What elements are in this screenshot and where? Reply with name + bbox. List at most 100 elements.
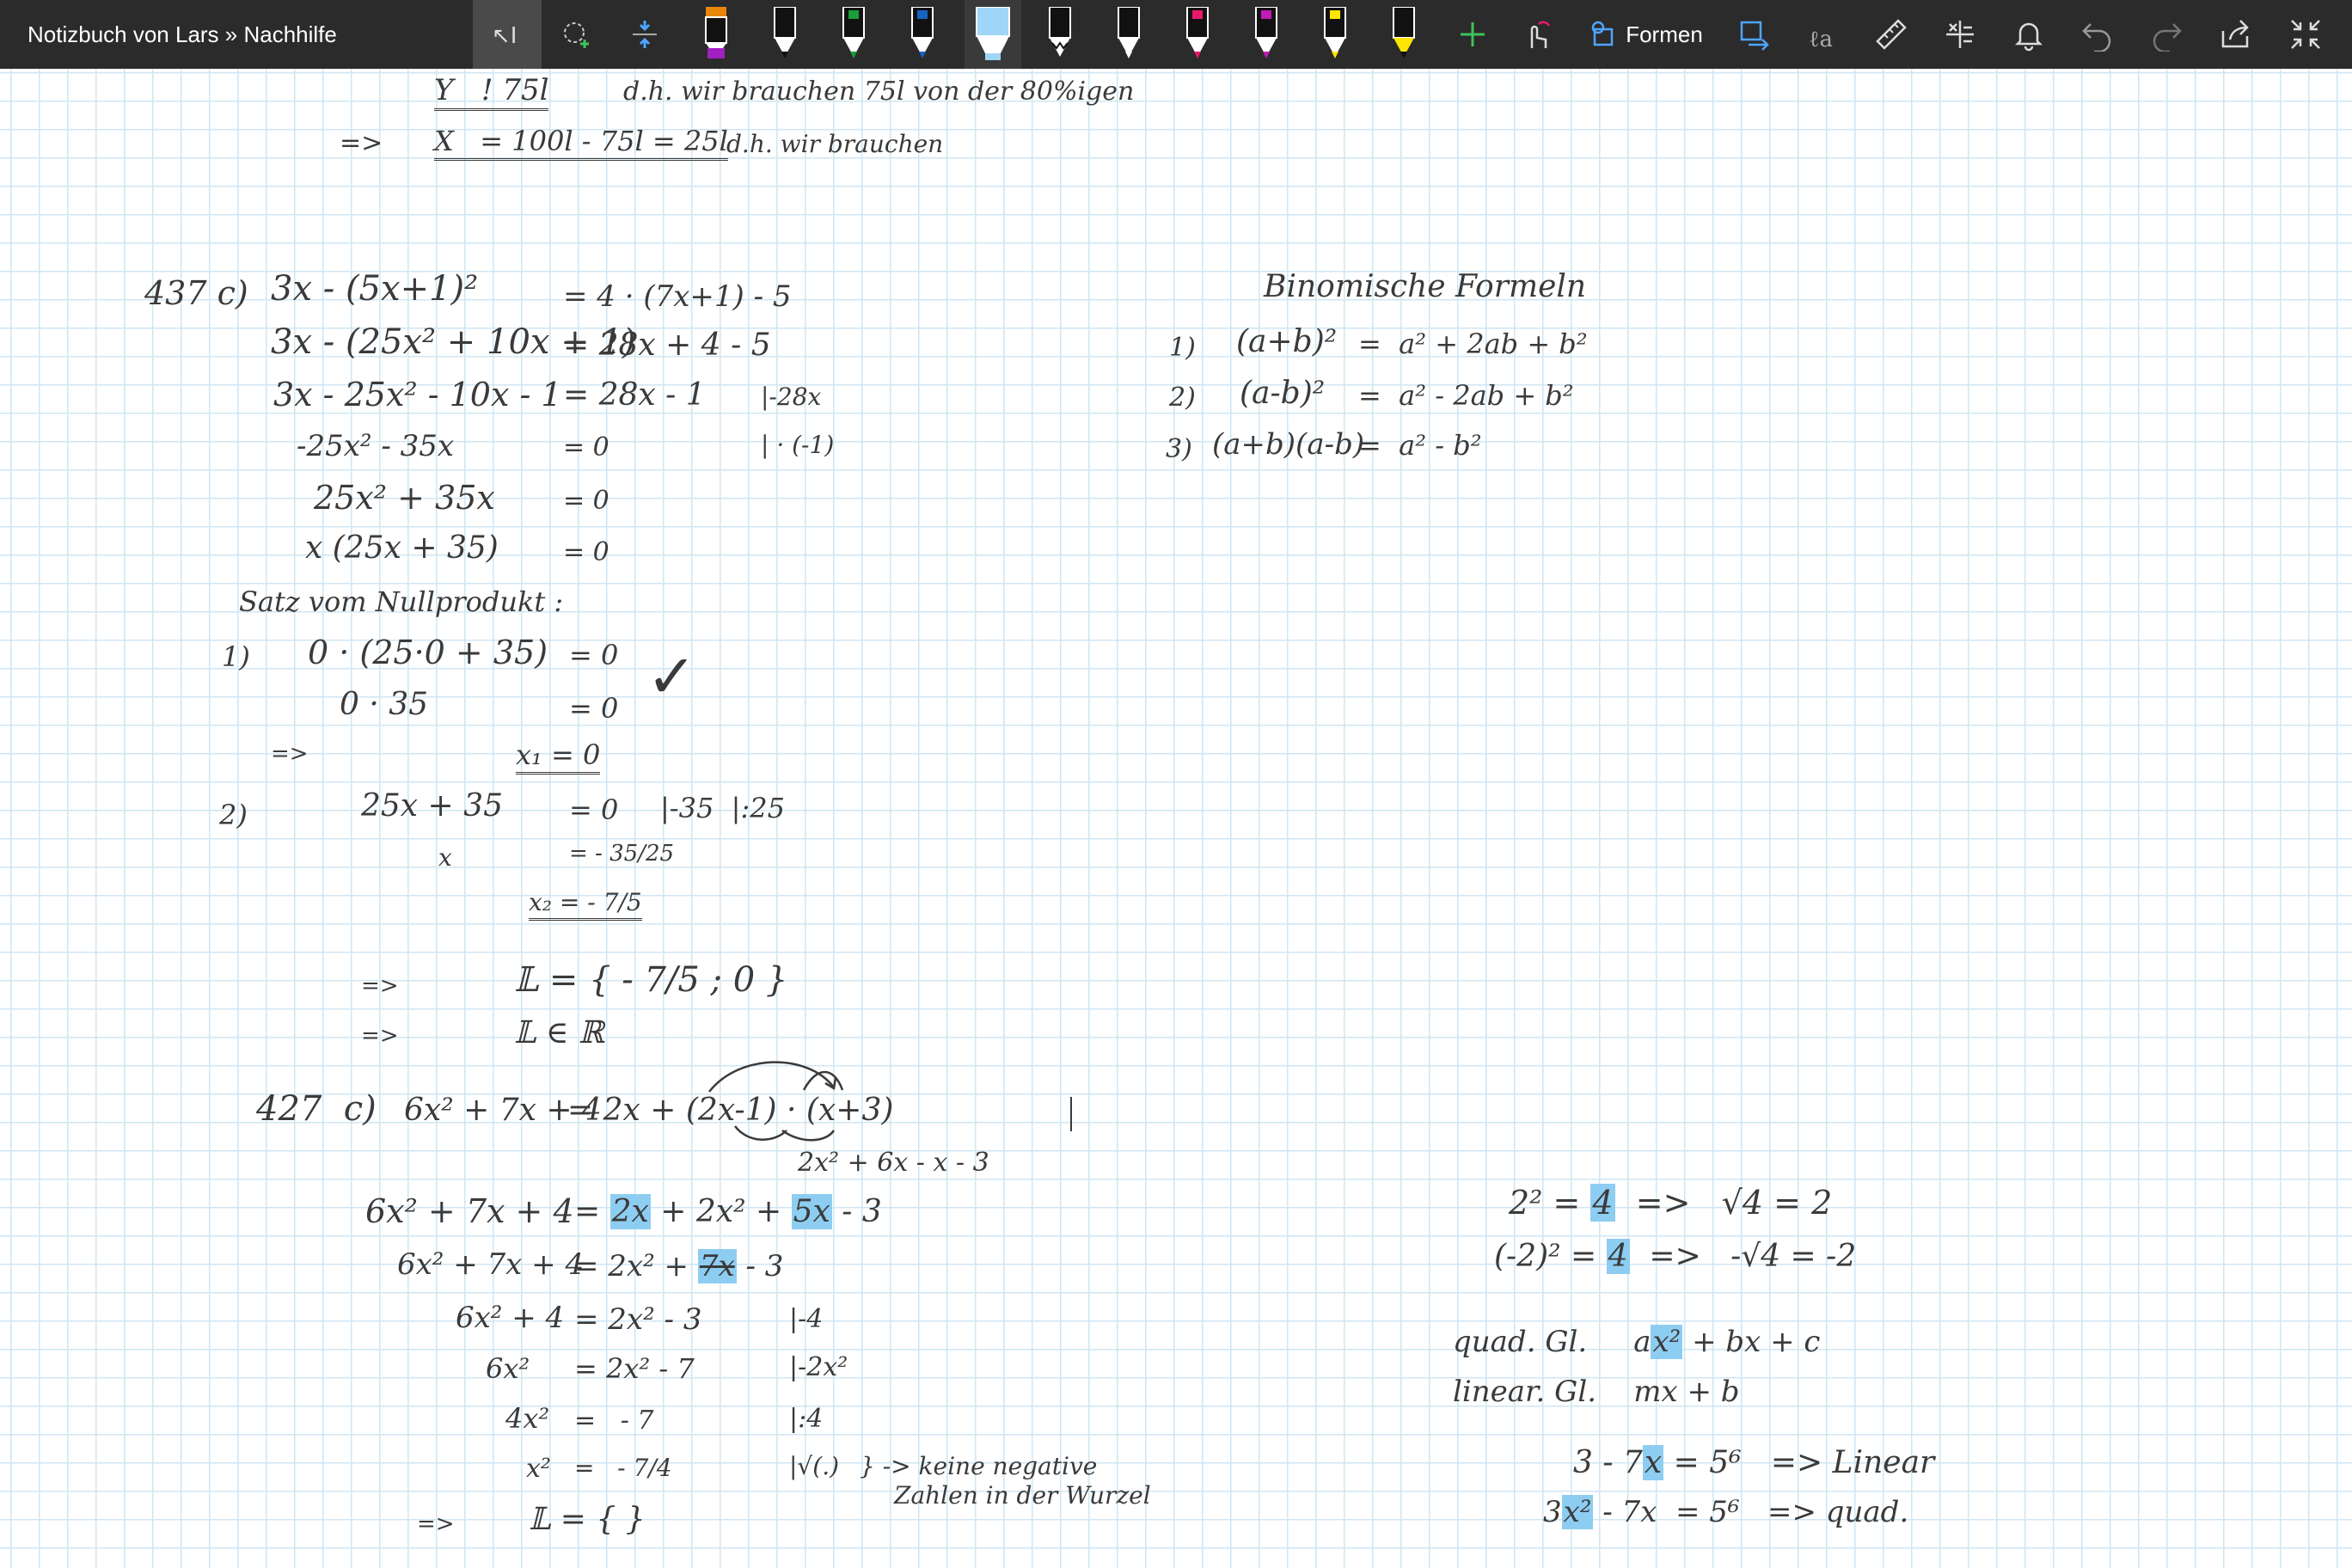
ink-root-example-2: (-2)² = 4 => -√4 = -2 <box>1494 1239 1857 1274</box>
ink-problem-437: 437 c) <box>144 274 248 312</box>
note-canvas[interactable]: Y ! 75l d.h. wir brauchen 75l von der 80… <box>0 69 2352 1568</box>
ink-binom-title: Binomische Formeln <box>1264 269 1587 304</box>
ink-q4-op: |-4 <box>789 1304 824 1334</box>
insert-space-icon[interactable] <box>619 0 671 69</box>
ink-q5-op: |-2x² <box>789 1352 848 1382</box>
ink-problem-427: 427 c) <box>256 1089 377 1129</box>
ink-eq3-left: 3x - 25x² - 10x - 1 <box>273 376 562 413</box>
ink-eq4-right: = 0 <box>563 432 609 462</box>
ink-q2-left: 6x² + 7x + 4 <box>365 1192 574 1230</box>
shapes-label: Formen <box>1626 21 1703 47</box>
redo-icon[interactable] <box>2141 0 2192 69</box>
touch-draw-icon[interactable] <box>1511 0 1563 69</box>
highlight-x: x <box>1642 1445 1664 1480</box>
ink-linear-example: 3 - 7x = 5⁶ => Linear <box>1573 1445 1935 1480</box>
ink-case1-label: 1) <box>222 640 250 673</box>
ink-arrow-solution: => <box>361 973 399 999</box>
pen-pattern-icon[interactable] <box>1038 0 1081 69</box>
ink-domain-R: 𝕃 ∈ ℝ <box>514 1015 604 1050</box>
ink-eq3-right: = 28x - 1 <box>563 377 706 413</box>
ink-q6-left: 4x² <box>505 1402 550 1435</box>
pen-orange-icon[interactable] <box>695 0 738 69</box>
ink-q4-right: = 2x² - 3 <box>574 1302 702 1337</box>
highlighter-lightblue-icon[interactable] <box>965 0 1021 69</box>
ink-satz-nullprodukt: Satz vom Nullprodukt : <box>239 585 564 618</box>
ink-cursor-mark <box>1070 1097 1072 1131</box>
ink-q6-op: |:4 <box>789 1404 824 1434</box>
ink-eq3-op: |-28x <box>761 383 822 411</box>
ink-case1-left: 0 · (25·0 + 35) <box>308 634 548 671</box>
ink-eq5-right: = 0 <box>563 486 609 516</box>
highlight-x2: x² <box>1651 1325 1683 1359</box>
ink-to-shape-icon[interactable] <box>1728 0 1779 69</box>
ink-eq4-op: | · (-1) <box>761 431 835 459</box>
undo-icon[interactable] <box>2072 0 2123 69</box>
collapse-fullscreen-icon[interactable] <box>2280 0 2331 69</box>
ink-quad-eq: quad. Gl. ax² + bx + c <box>1453 1325 1821 1359</box>
ink-q3-right: = 2x² + 7x - 3 <box>574 1249 784 1283</box>
ink-case1b-left: 0 · 35 <box>340 687 429 722</box>
highlight-x2b: x² <box>1561 1495 1594 1529</box>
ink-binom1-right: = a² + 2ab + b² <box>1358 328 1588 360</box>
title-bar: Notizbuch von Lars » Nachhilfe ↖I Formen… <box>0 0 2352 69</box>
ink-arrow-x1: => <box>271 741 309 767</box>
ink-eq4-left: -25x² - 35x <box>297 429 455 463</box>
ink-binom2-left: (a-b)² <box>1240 376 1326 411</box>
ink-arrow-solution-2: => <box>417 1511 455 1537</box>
ink-q6-right: = - 7 <box>574 1406 654 1436</box>
add-pen-icon[interactable] <box>1451 0 1494 69</box>
pen-yellow-2-icon[interactable] <box>1382 0 1425 69</box>
ink-to-text-icon[interactable]: ℓa <box>1797 0 1848 69</box>
ink-q1-expansion: 2x² + 6x - x - 3 <box>798 1148 989 1178</box>
svg-text:↖I: ↖I <box>492 23 517 49</box>
ink-x2-result: x₂ = - 7/5 <box>529 891 642 921</box>
ink-q7-note-line2: Zahlen in der Wurzel <box>894 1481 1151 1510</box>
ink-eq5-left: 25x² + 35x <box>314 479 495 517</box>
pen-pink-icon[interactable] <box>1176 0 1219 69</box>
ink-q5-right: = 2x² - 7 <box>574 1352 695 1385</box>
highlight-7x: 7x <box>697 1249 737 1283</box>
highlight-4b: 4 <box>1606 1239 1630 1274</box>
shapes-button[interactable]: Formen <box>1582 0 1711 69</box>
pen-blue-icon[interactable] <box>901 0 944 69</box>
ink-x1-result: x₁ = 0 <box>516 741 601 775</box>
ink-case2b-left: x <box>438 843 452 872</box>
ink-eq1-left: 3x - (5x+1)² <box>271 269 479 309</box>
ink-binom3-right: = a² - b² <box>1358 429 1482 462</box>
ink-arrow-domain: => <box>361 1023 399 1049</box>
highlight-2x: 2x <box>609 1194 651 1229</box>
ink-solution-set-2: 𝕃 = { } <box>529 1502 646 1537</box>
ink-q7-left: x² <box>526 1454 551 1484</box>
pen-black-icon[interactable] <box>763 0 806 69</box>
ink-root-example-1: 2² = 4 => √4 = 2 <box>1509 1184 1833 1222</box>
ink-q2-right: = 2x + 2x² + 5x - 3 <box>574 1194 882 1229</box>
pen-white-icon[interactable] <box>1107 0 1150 69</box>
ink-case2-op: |-35 |:25 <box>660 792 785 824</box>
ink-case1b-right: = 0 <box>569 692 619 725</box>
ink-eq2-right: = 28x + 4 - 5 <box>563 328 771 363</box>
ink-q4-left: 6x² + 4 <box>456 1301 565 1335</box>
ink-binom1-num: 1) <box>1169 333 1196 363</box>
pen-purple-icon[interactable] <box>1245 0 1288 69</box>
notifications-icon[interactable] <box>2003 0 2055 69</box>
ink-quad-example: 3x² - 7x = 5⁶ => quad. <box>1543 1495 1909 1529</box>
ink-q7-op: |√(.) <box>789 1452 840 1480</box>
math-icon[interactable] <box>1934 0 1986 69</box>
ink-case2b-right: = - 35/25 <box>569 841 675 867</box>
ink-binom2-right: = a² - 2ab + b² <box>1358 379 1574 412</box>
pen-yellow-icon[interactable] <box>1314 0 1357 69</box>
highlight-4a: 4 <box>1590 1184 1615 1222</box>
lasso-select-icon[interactable]: ↖I <box>473 0 542 69</box>
pen-green-icon[interactable] <box>832 0 875 69</box>
ink-top2: X = 100l - 75l = 25l <box>434 127 728 161</box>
shape-add-icon[interactable] <box>550 0 602 69</box>
share-icon[interactable] <box>2209 0 2261 69</box>
ink-top1b: d.h. wir brauchen 75l von der 80%igen <box>623 77 1135 107</box>
ink-binom3-num: 3) <box>1166 434 1192 464</box>
notebook-breadcrumb[interactable]: Notizbuch von Lars » Nachhilfe <box>28 0 337 69</box>
ink-case2-left: 25x + 35 <box>361 788 503 824</box>
highlight-5x: 5x <box>791 1194 832 1229</box>
ink-case2-label: 2) <box>219 799 248 831</box>
ruler-icon[interactable] <box>1865 0 1917 69</box>
ink-case1-right: = 0 <box>569 639 619 671</box>
